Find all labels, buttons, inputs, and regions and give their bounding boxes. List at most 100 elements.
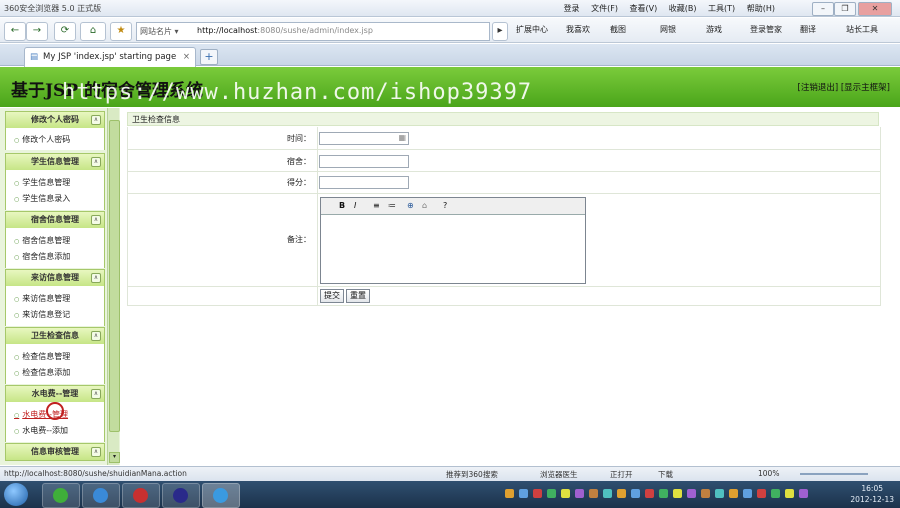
menu-login[interactable]: 登录 xyxy=(564,4,580,13)
tray-icon[interactable] xyxy=(757,489,766,498)
unordered-list-icon[interactable]: ≔ xyxy=(388,201,396,210)
submit-button[interactable]: 提交 xyxy=(320,289,344,303)
tray-icon[interactable] xyxy=(589,489,598,498)
collapse-icon[interactable]: ∧ xyxy=(91,331,101,341)
sidebar-section-utilities[interactable]: 水电费--管理 ∧ xyxy=(5,385,105,403)
start-button-icon[interactable] xyxy=(4,483,28,506)
home-icon[interactable]: ⌂ xyxy=(80,22,106,41)
tray-icon[interactable] xyxy=(617,489,626,498)
header-links[interactable]: [注销退出] [显示主框架] xyxy=(798,81,890,93)
collapse-icon[interactable]: ∧ xyxy=(91,157,101,167)
url-field[interactable]: 网站名片 ▾ http://localhost:8080/sushe/admin… xyxy=(136,22,490,41)
tool-banking[interactable]: 网银 xyxy=(660,24,676,35)
taskbar-app-360-browser[interactable] xyxy=(42,483,80,508)
collapse-icon[interactable]: ∧ xyxy=(91,115,101,125)
sidebar-section-hygiene[interactable]: 卫生检查信息 ∧ xyxy=(5,327,105,345)
reset-button[interactable]: 重置 xyxy=(346,289,370,303)
sidebar-section-password[interactable]: 修改个人密码 ∧ xyxy=(5,111,105,129)
back-icon[interactable]: ← xyxy=(4,22,26,41)
tool-translate[interactable]: 翻译 xyxy=(800,24,816,35)
menu-favorites[interactable]: 收藏(B) xyxy=(669,4,697,13)
bold-icon[interactable]: B xyxy=(339,201,345,210)
tray-icon[interactable] xyxy=(785,489,794,498)
tray-icon[interactable] xyxy=(505,489,514,498)
image-icon[interactable]: ⌂ xyxy=(422,201,427,210)
tool-screenshot[interactable]: 截图 xyxy=(610,24,626,35)
tray-icon[interactable] xyxy=(771,489,780,498)
scrollbar-thumb[interactable] xyxy=(109,120,120,432)
close-window-icon[interactable]: ✕ xyxy=(858,2,892,16)
italic-icon[interactable]: I xyxy=(354,201,356,210)
tray-icon[interactable] xyxy=(561,489,570,498)
tray-icon[interactable] xyxy=(659,489,668,498)
tray-icon[interactable] xyxy=(547,489,556,498)
tray-icon[interactable] xyxy=(687,489,696,498)
score-input[interactable] xyxy=(319,176,409,189)
tool-login-manager[interactable]: 登录管家 xyxy=(750,24,782,35)
dorm-input[interactable] xyxy=(319,155,409,168)
status-browser-doctor[interactable]: 浏览器医生 xyxy=(540,469,578,480)
calendar-icon[interactable]: ▦ xyxy=(398,133,406,142)
sidebar-item-visitor-register[interactable]: 来访信息登记 xyxy=(14,309,70,320)
status-download[interactable]: 下载 xyxy=(658,469,673,480)
sidebar-section-review[interactable]: 信息审核管理 ∧ xyxy=(5,443,105,461)
sidebar-section-dorms[interactable]: 宿舍信息管理 ∧ xyxy=(5,211,105,229)
taskbar-app-eclipse[interactable] xyxy=(162,483,200,508)
tab-close-icon[interactable]: × xyxy=(183,52,190,62)
collapse-icon[interactable]: ∧ xyxy=(91,215,101,225)
time-input[interactable]: ▦ xyxy=(319,132,409,145)
sidebar-section-visitors[interactable]: 来访信息管理 ∧ xyxy=(5,269,105,287)
site-card-label[interactable]: 网站名片 ▾ xyxy=(140,26,179,37)
taskbar-app-ie[interactable] xyxy=(82,483,120,508)
tray-icon[interactable] xyxy=(533,489,542,498)
tray-icon[interactable] xyxy=(575,489,584,498)
tray-icon[interactable] xyxy=(519,489,528,498)
zoom-level[interactable]: 100% xyxy=(758,469,779,478)
menu-view[interactable]: 查看(V) xyxy=(630,4,658,13)
collapse-icon[interactable]: ∧ xyxy=(91,447,101,457)
link-icon[interactable]: ⊕ xyxy=(407,201,414,210)
tool-games[interactable]: 游戏 xyxy=(706,24,722,35)
refresh-icon[interactable]: ⟳ xyxy=(54,22,76,41)
status-search-recommend[interactable]: 推荐到360搜索 xyxy=(446,469,498,480)
menu-help[interactable]: 帮助(H) xyxy=(747,4,775,13)
tray-icon[interactable] xyxy=(645,489,654,498)
sidebar-section-students[interactable]: 学生信息管理 ∧ xyxy=(5,153,105,171)
zoom-slider[interactable] xyxy=(800,473,868,475)
minimize-icon[interactable]: – xyxy=(812,2,834,16)
status-opening[interactable]: 正打开 xyxy=(610,469,633,480)
taskbar-app-red[interactable] xyxy=(122,483,160,508)
tray-icon[interactable] xyxy=(729,489,738,498)
sidebar-item-check-add[interactable]: 检查信息添加 xyxy=(14,367,70,378)
collapse-icon[interactable]: ∧ xyxy=(91,273,101,283)
sidebar-item-change-password[interactable]: 修改个人密码 xyxy=(14,134,70,145)
sidebar-scrollbar[interactable]: ▾ xyxy=(107,108,120,465)
sidebar-item-utility-add[interactable]: 水电费--添加 xyxy=(14,425,68,436)
scroll-down-icon[interactable]: ▾ xyxy=(109,452,120,463)
sidebar-item-student-manage[interactable]: 学生信息管理 xyxy=(14,177,70,188)
forward-icon[interactable]: → xyxy=(26,22,48,41)
tray-icon[interactable] xyxy=(701,489,710,498)
tray-icon[interactable] xyxy=(603,489,612,498)
new-tab-button[interactable]: + xyxy=(200,49,218,65)
tab-index-jsp[interactable]: ▤ My JSP 'index.jsp' starting page × xyxy=(24,47,196,67)
sidebar-item-dorm-manage[interactable]: 宿舍信息管理 xyxy=(14,235,70,246)
go-icon[interactable]: ▸ xyxy=(492,22,508,41)
sidebar-item-dorm-add[interactable]: 宿舍信息添加 xyxy=(14,251,70,262)
ordered-list-icon[interactable]: ≡ xyxy=(373,201,380,210)
tool-webmaster[interactable]: 站长工具 xyxy=(846,24,878,35)
collapse-icon[interactable]: ∧ xyxy=(91,389,101,399)
tray-icon[interactable] xyxy=(673,489,682,498)
tool-like[interactable]: 我喜欢 xyxy=(566,24,590,35)
taskbar-app-active[interactable] xyxy=(202,483,240,508)
tray-icon[interactable] xyxy=(715,489,724,498)
tray-icon[interactable] xyxy=(743,489,752,498)
tray-icon[interactable] xyxy=(799,489,808,498)
restore-icon[interactable]: ❐ xyxy=(834,2,856,16)
clock[interactable]: 16:05 2012-12-13 xyxy=(850,483,894,505)
sidebar-item-check-manage[interactable]: 检查信息管理 xyxy=(14,351,70,362)
help-icon[interactable]: ? xyxy=(443,201,447,210)
sidebar-item-visitor-manage[interactable]: 来访信息管理 xyxy=(14,293,70,304)
sidebar-item-student-add[interactable]: 学生信息录入 xyxy=(14,193,70,204)
remark-editor[interactable]: B I ≡ ≔ ⊕ ⌂ ? xyxy=(320,197,586,284)
